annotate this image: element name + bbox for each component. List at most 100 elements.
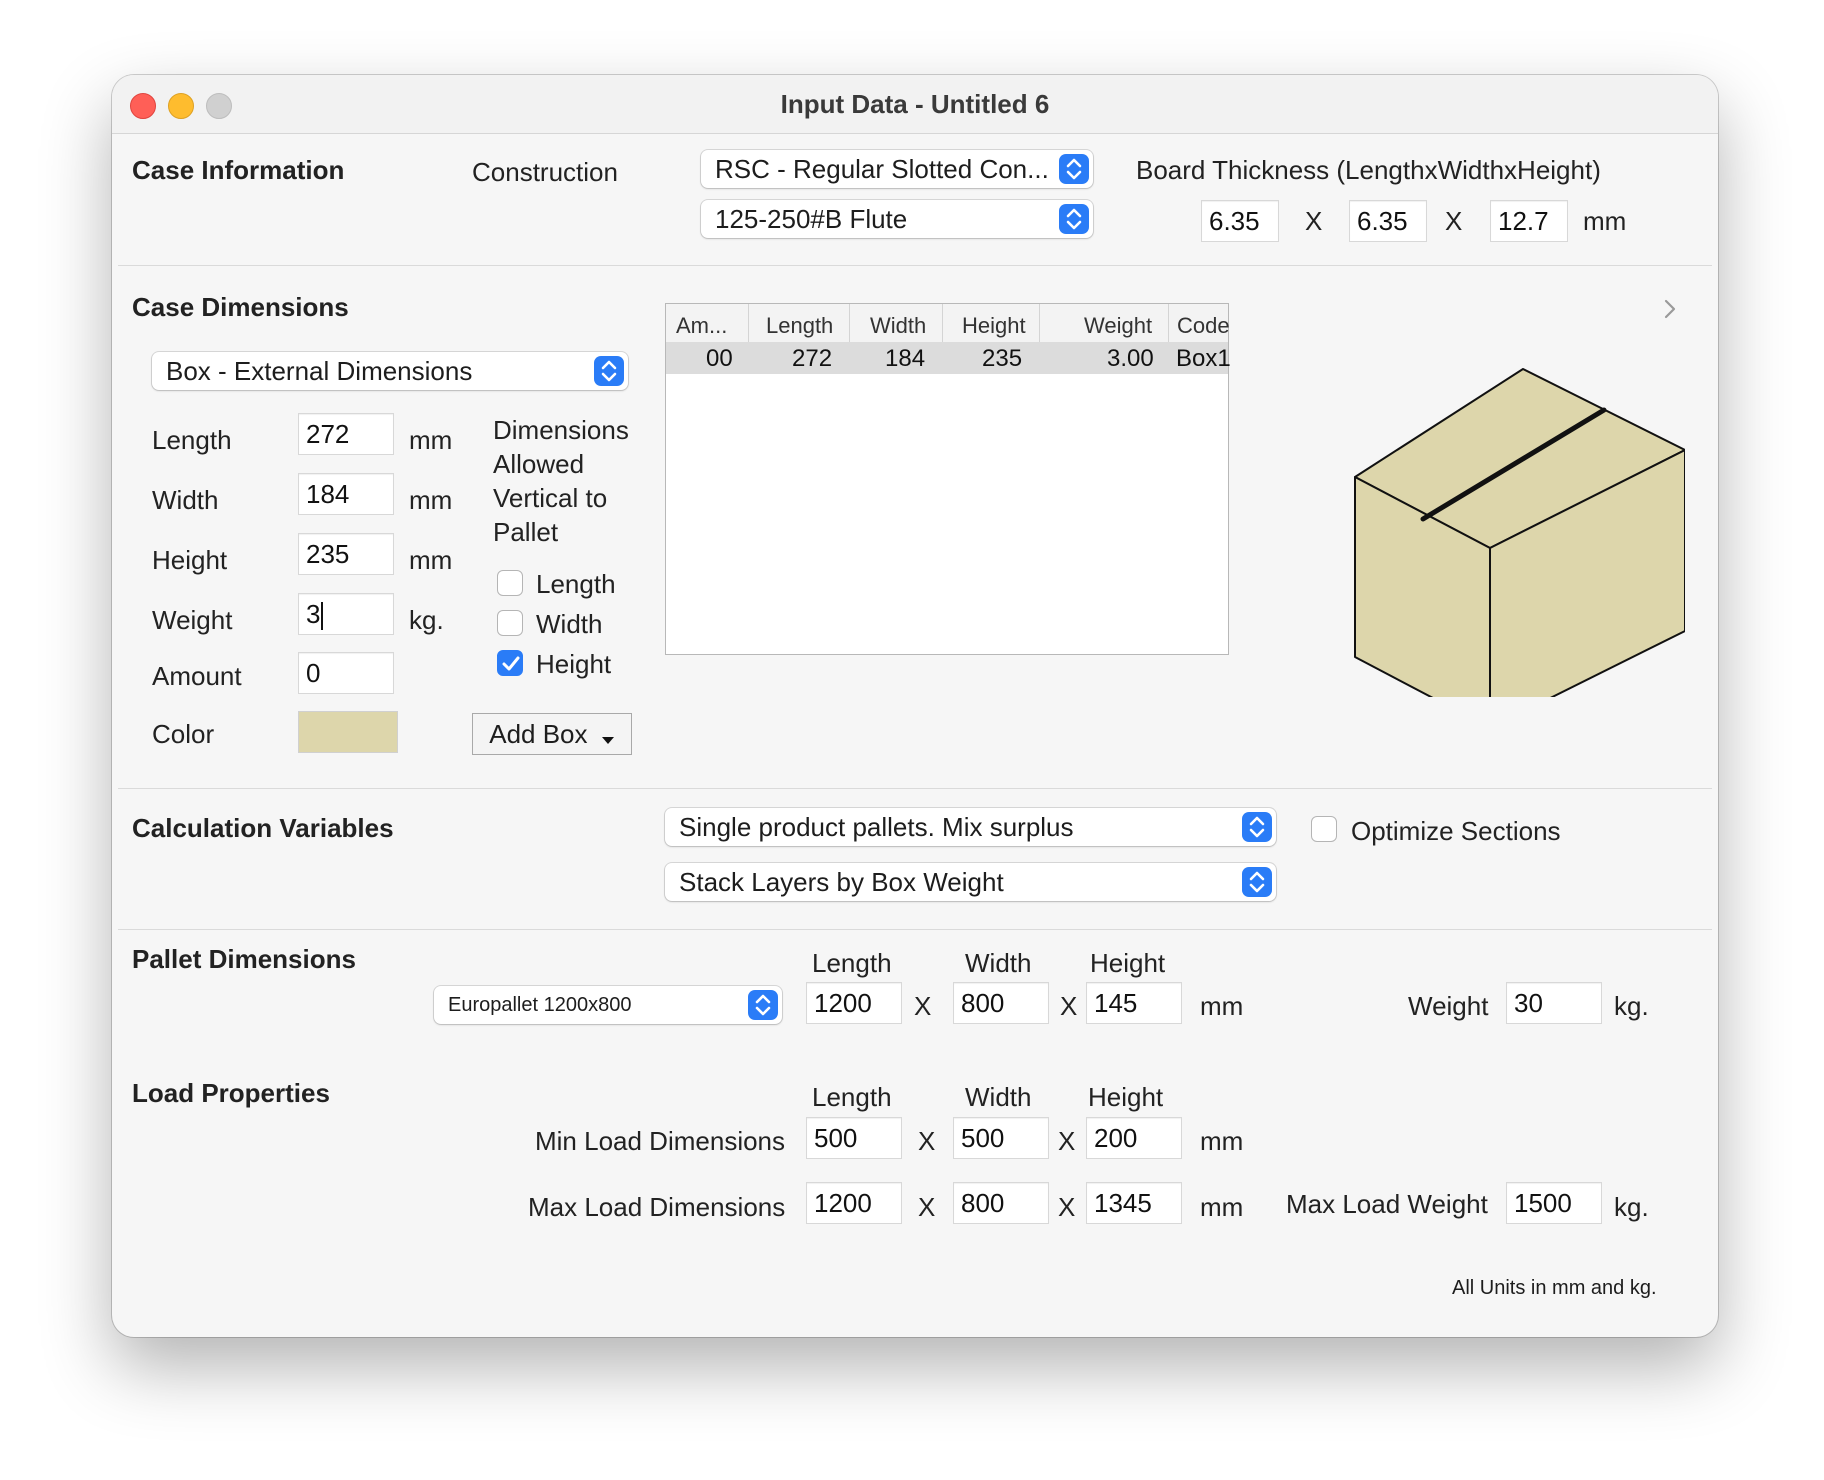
section-divider bbox=[118, 265, 1712, 266]
weight-field-value: 3 bbox=[306, 599, 321, 629]
checkmark-icon bbox=[502, 656, 520, 671]
board-height-field[interactable]: 12.7 bbox=[1490, 200, 1568, 242]
vertical-heading-line-1: Dimensions bbox=[493, 415, 629, 445]
column-separator bbox=[849, 304, 850, 342]
chevron-right-icon[interactable] bbox=[1662, 297, 1678, 326]
pallet-dimensions-title: Pallet Dimensions bbox=[132, 944, 356, 974]
height-field[interactable]: 235 bbox=[298, 533, 394, 575]
max-load-height-field[interactable]: 1345 bbox=[1086, 1182, 1182, 1224]
vertical-width-label: Width bbox=[536, 609, 603, 639]
vertical-heading-line-2: Allowed bbox=[493, 449, 585, 479]
max-load-weight-field[interactable]: 1500 bbox=[1506, 1182, 1602, 1224]
up-down-chevrons-icon bbox=[1242, 812, 1272, 842]
cell-length: 272 bbox=[792, 345, 833, 372]
table-row[interactable]: 00 272 184 235 3.00 Box1 bbox=[666, 342, 1231, 374]
column-header-amount[interactable]: Am... bbox=[676, 313, 727, 339]
column-header-width[interactable]: Width bbox=[870, 313, 926, 339]
pallet-unit-label: mm bbox=[1200, 991, 1244, 1021]
vertical-height-checkbox[interactable] bbox=[497, 650, 523, 676]
column-separator bbox=[1039, 304, 1040, 342]
pallet-height-field[interactable]: 145 bbox=[1086, 982, 1182, 1024]
max-load-weight-unit: kg. bbox=[1614, 1192, 1649, 1222]
input-data-window: Input Data - Untitled 6 Case Information… bbox=[112, 75, 1718, 1337]
times-sign: X bbox=[918, 1126, 936, 1156]
section-divider bbox=[118, 929, 1712, 930]
calculation-variables-title: Calculation Variables bbox=[132, 813, 394, 843]
column-header-code[interactable]: Code bbox=[1177, 313, 1230, 339]
load-width-header: Width bbox=[965, 1082, 1032, 1112]
construction-select-value: RSC - Regular Slotted Con... bbox=[715, 154, 1049, 184]
case-dimensions-title: Case Dimensions bbox=[132, 292, 349, 322]
flute-select[interactable]: 125-250#B Flute bbox=[701, 200, 1093, 238]
column-header-length[interactable]: Length bbox=[766, 313, 833, 339]
table-header: Am... Length Width Height Weight Code bbox=[666, 304, 1230, 343]
pallet-width-field[interactable]: 800 bbox=[953, 982, 1049, 1024]
stack-layers-select[interactable]: Stack Layers by Box Weight bbox=[665, 863, 1276, 901]
max-load-length-field[interactable]: 1200 bbox=[806, 1182, 902, 1224]
weight-field[interactable]: 3 bbox=[298, 593, 394, 635]
cell-amount: 00 bbox=[706, 345, 733, 372]
vertical-length-checkbox[interactable] bbox=[497, 570, 523, 596]
add-box-button[interactable]: Add Box bbox=[472, 713, 632, 755]
min-load-width-field[interactable]: 500 bbox=[953, 1117, 1049, 1159]
max-load-width-field[interactable]: 800 bbox=[953, 1182, 1049, 1224]
board-thickness-label: Board Thickness (LengthxWidthxHeight) bbox=[1136, 155, 1601, 185]
window-title: Input Data - Untitled 6 bbox=[780, 89, 1050, 119]
max-load-unit: mm bbox=[1200, 1192, 1244, 1222]
color-swatch[interactable] bbox=[298, 711, 398, 753]
optimize-sections-label: Optimize Sections bbox=[1351, 816, 1561, 846]
min-load-length-field[interactable]: 500 bbox=[806, 1117, 902, 1159]
times-sign: X bbox=[1058, 1126, 1076, 1156]
title-bar: Input Data - Untitled 6 bbox=[112, 75, 1718, 134]
column-header-height[interactable]: Height bbox=[962, 313, 1026, 339]
pallet-length-field[interactable]: 1200 bbox=[806, 982, 902, 1024]
board-width-field[interactable]: 6.35 bbox=[1349, 200, 1427, 242]
column-separator bbox=[942, 304, 943, 342]
optimize-sections-checkbox[interactable] bbox=[1311, 816, 1337, 842]
pallet-weight-unit: kg. bbox=[1614, 991, 1649, 1021]
board-length-field[interactable]: 6.35 bbox=[1201, 200, 1279, 242]
min-load-unit: mm bbox=[1200, 1126, 1244, 1156]
times-sign: X bbox=[1058, 1192, 1076, 1222]
units-note: All Units in mm and kg. bbox=[1452, 1277, 1657, 1299]
column-header-weight[interactable]: Weight bbox=[1084, 313, 1152, 339]
length-unit: mm bbox=[409, 425, 453, 455]
load-properties-title: Load Properties bbox=[132, 1078, 330, 1108]
max-load-label: Max Load Dimensions bbox=[528, 1192, 786, 1222]
amount-field[interactable]: 0 bbox=[298, 652, 394, 694]
pallet-mode-value: Single product pallets. Mix surplus bbox=[679, 812, 1074, 842]
pallet-type-value: Europallet 1200x800 bbox=[448, 994, 632, 1016]
pallet-width-header: Width bbox=[965, 948, 1032, 978]
times-sign: X bbox=[1445, 206, 1463, 236]
flute-select-value: 125-250#B Flute bbox=[715, 204, 908, 234]
color-label: Color bbox=[152, 719, 215, 749]
width-field[interactable]: 184 bbox=[298, 473, 394, 515]
pallet-weight-field[interactable]: 30 bbox=[1506, 982, 1602, 1024]
pallet-mode-select[interactable]: Single product pallets. Mix surplus bbox=[665, 808, 1276, 846]
box-table[interactable]: Am... Length Width Height Weight Code 00… bbox=[665, 303, 1231, 655]
up-down-chevrons-icon bbox=[748, 990, 778, 1020]
vertical-heading-line-3: Vertical to bbox=[493, 483, 608, 513]
height-unit: mm bbox=[409, 545, 453, 575]
length-field[interactable]: 272 bbox=[298, 413, 394, 455]
pallet-type-select[interactable]: Europallet 1200x800 bbox=[434, 986, 782, 1024]
construction-select[interactable]: RSC - Regular Slotted Con... bbox=[701, 150, 1093, 188]
dimension-mode-value: Box - External Dimensions bbox=[166, 356, 473, 386]
width-label: Width bbox=[152, 485, 219, 515]
up-down-chevrons-icon bbox=[1242, 867, 1272, 897]
dimension-mode-select[interactable]: Box - External Dimensions bbox=[152, 352, 628, 390]
up-down-chevrons-icon bbox=[1059, 154, 1089, 184]
add-box-label: Add Box bbox=[489, 719, 588, 749]
text-cursor bbox=[321, 602, 324, 631]
triangle-down-icon bbox=[601, 716, 615, 756]
min-load-height-field[interactable]: 200 bbox=[1086, 1117, 1182, 1159]
vertical-heading-line-4: Pallet bbox=[493, 517, 559, 547]
amount-label: Amount bbox=[152, 661, 242, 691]
times-sign: X bbox=[1305, 206, 1323, 236]
vertical-length-label: Length bbox=[536, 569, 616, 599]
width-unit: mm bbox=[409, 485, 453, 515]
height-label: Height bbox=[152, 545, 228, 575]
column-separator bbox=[1168, 304, 1169, 342]
vertical-width-checkbox[interactable] bbox=[497, 610, 523, 636]
load-height-header: Height bbox=[1088, 1082, 1164, 1112]
